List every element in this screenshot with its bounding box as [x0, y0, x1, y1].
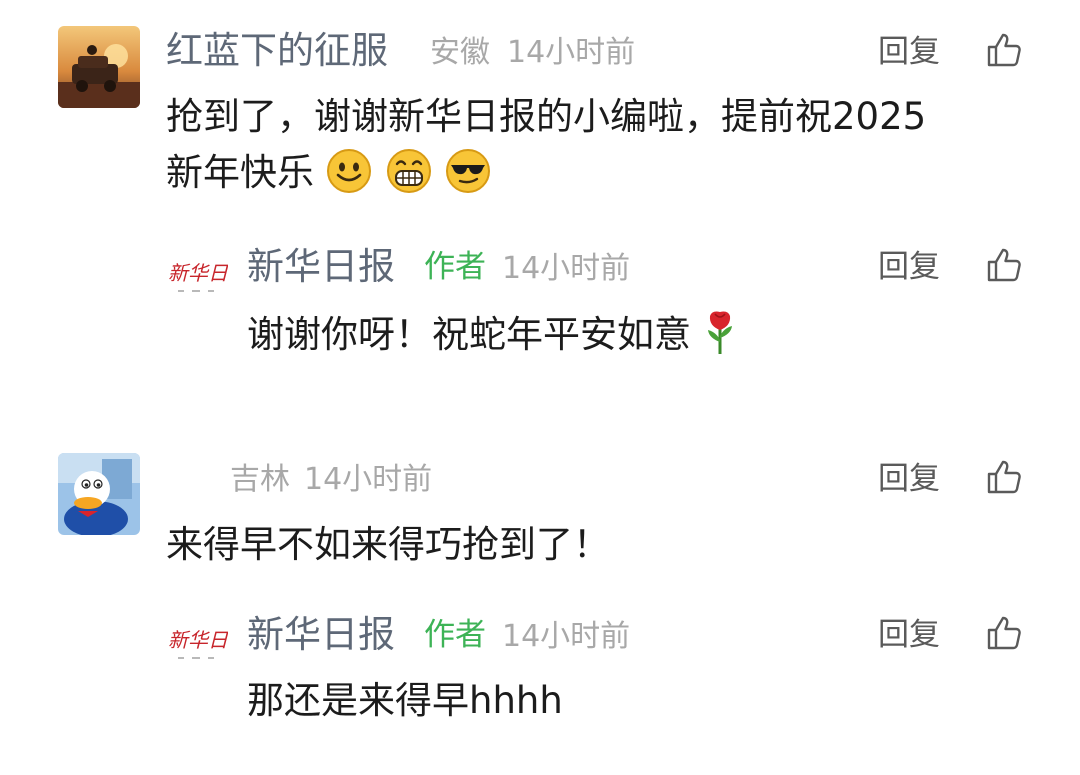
sunset-car-avatar	[58, 26, 140, 108]
user-avatar[interactable]	[58, 453, 140, 535]
reply-button[interactable]: 回复	[878, 464, 940, 495]
reply-text-line: 谢谢你呀！祝蛇年平安如意	[247, 308, 739, 359]
svg-text:新华日报: 新华日报	[168, 261, 228, 285]
comment-time: 14小时前	[507, 35, 636, 70]
thumbs-up-icon[interactable]	[986, 32, 1022, 68]
thumbs-up-icon[interactable]	[986, 615, 1022, 651]
xinhua-daily-logo[interactable]: 新华日报	[166, 617, 228, 673]
reply-username[interactable]: 新华日报	[247, 616, 395, 653]
grin-emoji	[386, 149, 431, 193]
comment-text: 新年快乐	[166, 151, 314, 194]
comment-text: 来得早不如来得巧抢到了！	[166, 523, 610, 566]
reply-time: 14小时前	[502, 251, 631, 286]
thumbs-up-icon[interactable]	[986, 247, 1022, 283]
donald-duck-avatar	[58, 453, 140, 535]
reply-username[interactable]: 新华日报	[247, 248, 395, 285]
xinhua-daily-logo[interactable]: 新华日报	[166, 250, 228, 306]
sunglasses-emoji	[446, 149, 491, 193]
comment-location: 吉林	[230, 462, 290, 497]
reply-text: 谢谢你呀！祝蛇年平安如意	[247, 313, 691, 356]
thumbs-up-icon[interactable]	[986, 459, 1022, 495]
user-avatar[interactable]	[58, 26, 140, 108]
rose-emoji	[707, 311, 732, 354]
reply-button[interactable]: 回复	[878, 37, 940, 68]
comment-username[interactable]: 红蓝下的征服	[166, 32, 388, 69]
reply-button[interactable]: 回复	[878, 252, 940, 283]
author-badge: 作者	[424, 249, 486, 285]
comment-text-line: 新年快乐	[166, 148, 493, 197]
author-badge: 作者	[424, 617, 486, 653]
comment-time: 14小时前	[304, 462, 433, 497]
comment-location: 安徽	[430, 35, 490, 70]
reply-time: 14小时前	[502, 619, 631, 654]
reply-text: 那还是来得早hhhh	[247, 679, 563, 722]
svg-text:新华日报: 新华日报	[168, 628, 228, 652]
reply-button[interactable]: 回复	[878, 620, 940, 651]
smile-emoji	[326, 149, 371, 193]
comment-text-line: 抢到了，谢谢新华日报的小编啦，提前祝2025	[166, 95, 927, 138]
